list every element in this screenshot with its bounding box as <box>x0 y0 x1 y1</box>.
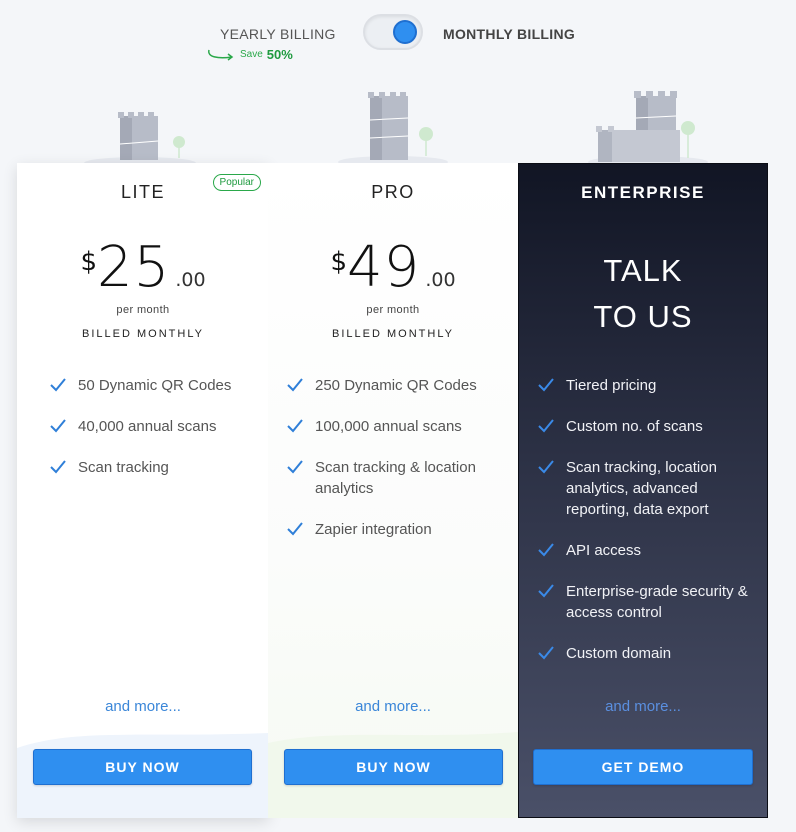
check-icon <box>538 460 554 474</box>
feature-text: Zapier integration <box>315 521 432 538</box>
feature-item: 250 Dynamic QR Codes <box>286 375 510 396</box>
check-icon <box>538 419 554 433</box>
lite-building-illustration <box>84 112 196 166</box>
billed-label: BILLED MONTHLY <box>332 328 454 340</box>
check-icon <box>538 584 554 598</box>
save-percent: 50% <box>266 47 293 62</box>
feature-item: Enterprise-grade security & access contr… <box>537 581 759 623</box>
feature-item: Scan tracking <box>49 457 261 478</box>
check-icon <box>287 378 303 392</box>
check-icon <box>287 419 303 433</box>
pro-building-illustration <box>338 92 448 166</box>
billed-label: BILLED MONTHLY <box>82 328 204 340</box>
billing-toggle-switch[interactable] <box>363 14 423 50</box>
feature-text: Tiered pricing <box>566 377 657 394</box>
and-more-link[interactable]: and more... <box>17 698 269 715</box>
feature-item: Custom no. of scans <box>537 416 759 437</box>
price-amount: 25 <box>96 235 171 300</box>
check-icon <box>50 460 66 474</box>
feature-item: Custom domain <box>537 643 759 664</box>
check-icon <box>538 543 554 557</box>
price-currency: $ <box>330 247 347 277</box>
feature-text: Scan tracking & location analytics <box>315 459 476 497</box>
yearly-billing-label[interactable]: YEARLY BILLING <box>220 26 336 42</box>
plan-name: ENTERPRISE <box>581 183 705 202</box>
feature-text: Custom domain <box>566 645 672 662</box>
feature-list: 250 Dynamic QR Codes 100,000 annual scan… <box>286 375 510 560</box>
check-icon <box>538 378 554 392</box>
feature-item: Scan tracking & location analytics <box>286 457 510 499</box>
per-month-label: per month <box>116 304 170 316</box>
feature-text: Custom no. of scans <box>566 418 703 435</box>
feature-item: 50 Dynamic QR Codes <box>49 375 261 396</box>
and-more-link[interactable]: and more... <box>519 698 767 715</box>
save-text: Save <box>240 49 263 60</box>
buy-now-button[interactable]: BUY NOW <box>33 749 252 785</box>
monthly-billing-label[interactable]: MONTHLY BILLING <box>443 26 575 42</box>
plan-price: $25 .00 <box>17 235 269 300</box>
feature-item: API access <box>537 540 759 561</box>
popular-badge: Popular <box>212 174 261 191</box>
feature-text: 40,000 annual scans <box>78 418 217 435</box>
price-cents: .00 <box>425 269 456 291</box>
feature-text: 250 Dynamic QR Codes <box>315 377 477 394</box>
plan-card-pro: PRO $49 .00 per month BILLED MONTHLY 250… <box>268 163 518 818</box>
and-more-link[interactable]: and more... <box>268 698 518 715</box>
plan-name: PRO <box>371 182 415 202</box>
feature-item: Tiered pricing <box>537 375 759 396</box>
save-note: Save 50% <box>206 47 293 62</box>
buy-now-button[interactable]: BUY NOW <box>284 749 503 785</box>
plan-price: $49 .00 <box>268 235 518 300</box>
check-icon <box>538 646 554 660</box>
plan-card-lite: LITE Popular $25 .00 per month BILLED MO… <box>17 163 269 818</box>
check-icon <box>50 419 66 433</box>
check-icon <box>50 378 66 392</box>
feature-text: Scan tracking, location analytics, advan… <box>566 459 717 518</box>
talk-to-us-heading: TALK TO US <box>519 248 767 340</box>
talk-line-2: TO US <box>593 299 693 334</box>
feature-item: Zapier integration <box>286 519 510 540</box>
toggle-knob[interactable] <box>393 20 417 44</box>
price-amount: 49 <box>346 235 421 300</box>
price-cents: .00 <box>175 269 206 291</box>
billing-toggle-bar: YEARLY BILLING Save 50% MONTHLY BILLING <box>0 14 796 64</box>
check-icon <box>287 460 303 474</box>
feature-item: 100,000 annual scans <box>286 416 510 437</box>
per-month-label: per month <box>366 304 420 316</box>
enterprise-building-illustration <box>588 91 708 166</box>
feature-text: API access <box>566 542 642 559</box>
feature-list: Tiered pricing Custom no. of scans Scan … <box>537 375 759 684</box>
feature-list: 50 Dynamic QR Codes 40,000 annual scans … <box>49 375 261 498</box>
check-icon <box>287 522 303 536</box>
feature-text: Scan tracking <box>78 459 169 476</box>
curved-arrow-icon <box>208 49 234 61</box>
feature-item: 40,000 annual scans <box>49 416 261 437</box>
feature-text: 50 Dynamic QR Codes <box>78 377 232 394</box>
price-currency: $ <box>80 247 97 277</box>
get-demo-button[interactable]: GET DEMO <box>533 749 753 785</box>
feature-text: 100,000 annual scans <box>315 418 462 435</box>
feature-text: Enterprise-grade security & access contr… <box>566 583 748 621</box>
plan-card-enterprise: ENTERPRISE TALK TO US Tiered pricing Cus… <box>518 163 768 818</box>
feature-item: Scan tracking, location analytics, advan… <box>537 457 759 520</box>
talk-line-1: TALK <box>603 253 683 288</box>
